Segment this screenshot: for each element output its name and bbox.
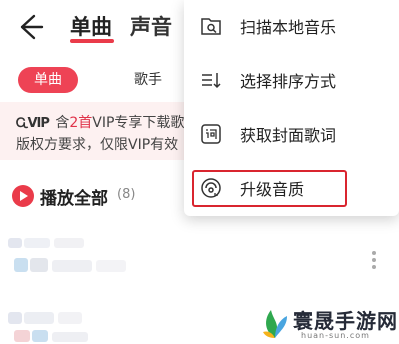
menu-item-label: 选择排序方式 <box>240 72 337 91</box>
notice-count: 2首 <box>69 115 93 131</box>
vip-notice-line-1: ᏩVIP 含2首VIP专享下载歌 <box>16 112 184 132</box>
lyrics-icon <box>201 124 221 144</box>
play-all-label: 播放全部 <box>40 189 108 209</box>
menu-item-sort[interactable]: 选择排序方式 <box>184 54 399 108</box>
back-arrow-icon[interactable] <box>14 12 44 42</box>
vip-logo-icon: ᏩVIP <box>16 116 50 131</box>
chip-single[interactable]: 单曲 <box>18 67 78 93</box>
leaf-logo-icon <box>263 310 287 338</box>
chip-singer[interactable]: 歌手 <box>134 67 162 93</box>
highlight-box <box>192 170 347 207</box>
notice-prefix: 含 <box>55 115 70 131</box>
more-options-icon[interactable] <box>370 249 378 273</box>
watermark-logo: 寰晟手游网 huan-sun.com <box>259 302 399 344</box>
sort-icon <box>202 73 221 89</box>
tab-single[interactable]: 单曲 <box>70 13 112 41</box>
play-triangle <box>20 191 28 201</box>
notice-suffix: VIP专享下载歌 <box>92 115 185 131</box>
watermark-url: huan-sun.com <box>301 331 370 340</box>
menu-item-scan-local[interactable]: 扫描本地音乐 <box>184 0 399 54</box>
menu-item-label: 获取封面歌词 <box>240 126 337 145</box>
song-count: (8) <box>117 187 136 202</box>
active-tab-underline <box>70 39 114 43</box>
watermark-text: 寰晟手游网 <box>293 309 398 333</box>
tab-audio[interactable]: 声音 <box>130 13 172 41</box>
scan-local-icon <box>201 18 221 35</box>
vip-notice-line-2: 版权方要求，仅限VIP有效 <box>16 137 179 153</box>
menu-item-lyrics[interactable]: 获取封面歌词 <box>184 108 399 162</box>
list-item[interactable] <box>8 236 358 286</box>
menu-item-label: 扫描本地音乐 <box>240 18 337 37</box>
